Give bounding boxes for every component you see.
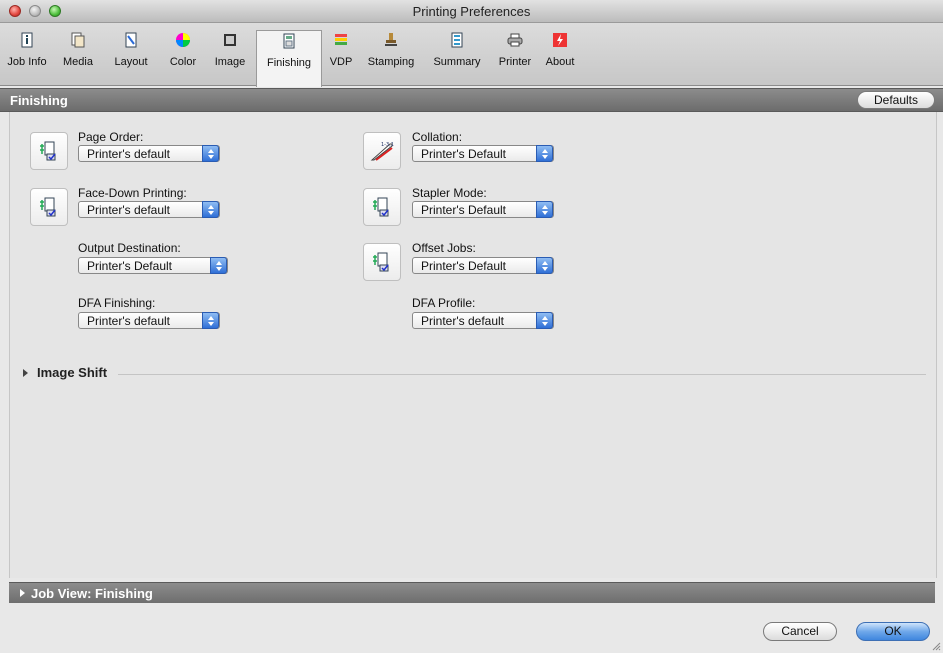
media-icon (71, 32, 85, 48)
stapler-mode-setting-icon (363, 188, 401, 226)
offset-jobs-field: Offset Jobs: (412, 241, 476, 255)
window-title: Printing Preferences (412, 4, 531, 19)
page-order-setting-icon (30, 132, 68, 170)
job-view-label: Job View: Finishing (31, 586, 153, 601)
offset-jobs-setting-icon (363, 243, 401, 281)
resize-grip-icon[interactable] (931, 641, 941, 651)
tab-layout[interactable]: Layout (102, 26, 160, 82)
tab-color[interactable]: Color (160, 26, 206, 82)
collation-setting-icon: 1-3,1-3 (363, 132, 401, 170)
dropdown-arrows-icon (210, 257, 227, 274)
printer-icon (507, 33, 523, 47)
color-wheel-icon (176, 33, 190, 47)
dropdown-arrows-icon (202, 145, 219, 162)
collation-select[interactable]: Printer's Default (412, 145, 554, 162)
document-check-icon (40, 197, 56, 217)
dropdown-arrows-icon (536, 201, 553, 218)
image-shift-label: Image Shift (37, 365, 108, 380)
document-check-icon (373, 197, 389, 217)
cancel-button[interactable]: Cancel (763, 622, 837, 641)
svg-text:1-3,1-3: 1-3,1-3 (381, 142, 394, 148)
printing-preferences-window: Printing Preferences Job Info Media Layo… (0, 0, 943, 653)
stapler-mode-select[interactable]: Printer's Default (412, 201, 554, 218)
collation-label: Collation: (412, 130, 463, 144)
face-down-setting-icon (30, 188, 68, 226)
stamp-icon (385, 33, 397, 46)
disclosure-triangle-icon (23, 369, 28, 377)
output-destination-label: Output Destination: (78, 241, 181, 255)
layout-icon (125, 32, 137, 48)
stapler-mode-label: Stapler Mode: (412, 186, 487, 200)
dropdown-arrows-icon (536, 312, 553, 329)
tab-about[interactable]: About (540, 26, 580, 82)
dropdown-arrows-icon (202, 201, 219, 218)
page-order-select[interactable]: Printer's default (78, 145, 220, 162)
dfa-profile-label: DFA Profile: (412, 296, 476, 310)
about-icon (553, 33, 567, 47)
ok-button[interactable]: OK (856, 622, 930, 641)
face-down-field: Face-Down Printing: (78, 186, 187, 200)
finishing-panel: Page Order: Printer's default Face-Down … (9, 112, 937, 578)
info-icon (21, 32, 33, 48)
dfa-profile-field: DFA Profile: (412, 296, 475, 310)
image-icon (224, 34, 236, 46)
output-destination-select[interactable]: Printer's Default (78, 257, 228, 274)
tab-summary[interactable]: Summary (428, 26, 486, 82)
collation-icon: 1-3,1-3 (370, 142, 394, 161)
section-title: Finishing (10, 93, 68, 108)
offset-jobs-label: Offset Jobs: (412, 241, 476, 255)
dropdown-arrows-icon (536, 145, 553, 162)
tab-stamping[interactable]: Stamping (360, 26, 422, 82)
tab-job-info[interactable]: Job Info (4, 26, 50, 82)
document-check-icon (40, 141, 56, 161)
dropdown-arrows-icon (536, 257, 553, 274)
document-check-icon (373, 252, 389, 272)
disclosure-triangle-icon (20, 589, 25, 597)
page-order-field: Page Order: (78, 130, 143, 144)
tab-finishing[interactable]: Finishing (256, 30, 322, 87)
tab-vdp[interactable]: VDP (324, 26, 358, 82)
defaults-button[interactable]: Defaults (857, 91, 935, 109)
job-view-disclosure[interactable]: Job View: Finishing (9, 582, 935, 603)
page-order-label: Page Order: (78, 130, 144, 144)
dfa-finishing-label: DFA Finishing: (78, 296, 156, 310)
summary-icon (451, 32, 463, 48)
dfa-finishing-select[interactable]: Printer's default (78, 312, 220, 329)
toolbar: Job Info Media Layout Color Image Finish… (0, 23, 943, 87)
offset-jobs-select[interactable]: Printer's Default (412, 257, 554, 274)
vdp-icon (335, 34, 347, 45)
face-down-select[interactable]: Printer's default (78, 201, 220, 218)
face-down-label: Face-Down Printing: (78, 186, 187, 200)
dropdown-arrows-icon (202, 312, 219, 329)
dfa-finishing-field: DFA Finishing: (78, 296, 155, 310)
collation-field: Collation: (412, 130, 462, 144)
tab-printer[interactable]: Printer (492, 26, 538, 82)
output-destination-field: Output Destination: (78, 241, 181, 255)
divider (118, 374, 926, 375)
finishing-section-header: Finishing Defaults (0, 88, 943, 112)
tab-media[interactable]: Media (56, 26, 100, 82)
tab-image[interactable]: Image (208, 26, 252, 82)
stapler-mode-field: Stapler Mode: (412, 186, 487, 200)
finishing-icon (283, 33, 295, 49)
title-bar: Printing Preferences (0, 0, 943, 23)
dfa-profile-select[interactable]: Printer's default (412, 312, 554, 329)
